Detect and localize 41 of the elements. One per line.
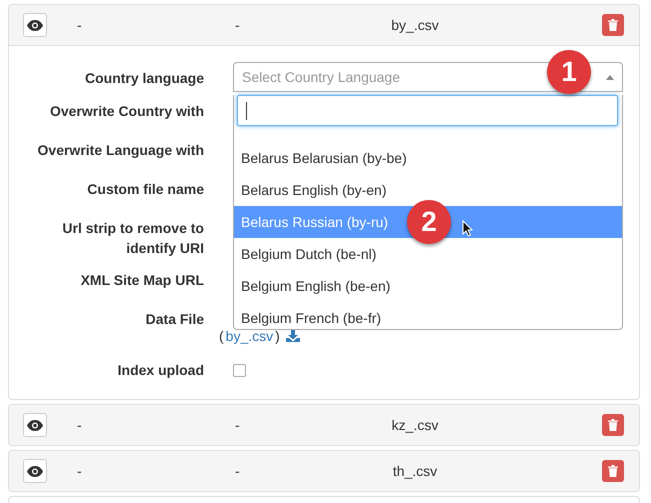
row-text: - (77, 17, 83, 33)
download-icon[interactable] (286, 330, 300, 342)
mouse-cursor-icon (462, 220, 474, 237)
delete-button[interactable] (602, 14, 624, 36)
row-text: - (235, 463, 241, 479)
placeholder-text: Select Country Language (242, 69, 400, 85)
dropdown-option[interactable]: Belgium English (be-en) (234, 270, 622, 302)
eye-icon (27, 466, 43, 476)
field-label: Index upload (116, 361, 204, 380)
dropdown-option[interactable]: Belgium French (be-fr) (234, 302, 622, 329)
view-button[interactable] (23, 413, 47, 437)
text-cursor (246, 102, 247, 120)
file-name: kz_.csv (390, 417, 440, 433)
paren-text: ) (275, 328, 280, 344)
trash-icon (608, 19, 618, 31)
row-text: - (235, 17, 241, 33)
eye-icon (27, 420, 43, 430)
field-label: Custom file name (86, 180, 204, 199)
paren-text: ( (219, 328, 224, 344)
search-field[interactable] (237, 95, 618, 126)
checkbox[interactable] (233, 364, 246, 377)
delete-button[interactable] (602, 414, 624, 436)
field-label: Country language (84, 69, 204, 88)
row-text: - (235, 417, 241, 433)
view-button[interactable] (23, 13, 47, 37)
row-text: - (77, 417, 83, 433)
row-text: - (77, 463, 83, 479)
view-button[interactable] (23, 459, 47, 483)
file-name: by_.csv (390, 17, 440, 33)
field-label: Overwrite Country with (48, 102, 204, 121)
file-link[interactable]: by_.csv (226, 328, 274, 344)
field-label: Overwrite Language with (36, 141, 204, 160)
trash-icon (608, 465, 618, 477)
field-label: Url strip to remove to identify URI (61, 219, 204, 258)
file-name: th_.csv (392, 463, 438, 479)
field-label: XML Site Map URL (80, 271, 204, 290)
eye-icon (27, 20, 43, 30)
trash-icon (608, 419, 618, 431)
dropdown-option[interactable]: Belarus Belarusian (by-be) (234, 142, 622, 174)
field-label: Data File (144, 310, 204, 329)
delete-button[interactable] (602, 460, 624, 482)
